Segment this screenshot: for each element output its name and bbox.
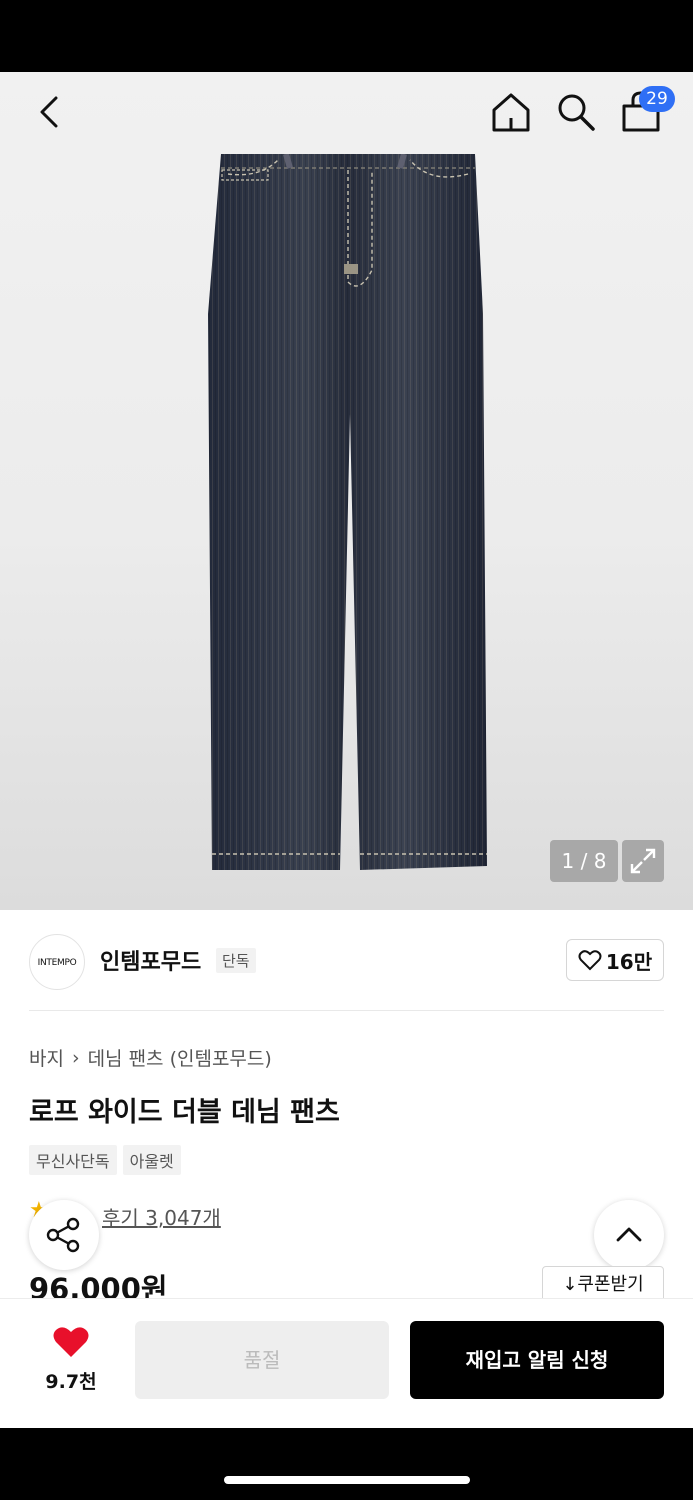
wish-count: 9.7천 bbox=[45, 1371, 97, 1393]
brand-logo[interactable]: INTEMPO bbox=[29, 934, 85, 990]
home-indicator[interactable] bbox=[224, 1476, 470, 1484]
product-image-gallery[interactable]: 29 1 / 8 bbox=[0, 72, 693, 910]
brand-name[interactable]: 인템포무드 bbox=[100, 944, 201, 976]
breadcrumb: 바지 › 데님 팬츠 (인템포무드) bbox=[29, 1044, 272, 1071]
breadcrumb-subcategory[interactable]: 데님 팬츠 (인템포무드) bbox=[88, 1044, 272, 1071]
product-tags: 무신사단독 아울렛 bbox=[29, 1145, 181, 1175]
back-button[interactable] bbox=[30, 92, 70, 132]
breadcrumb-separator-icon: › bbox=[71, 1046, 80, 1069]
search-icon[interactable] bbox=[554, 90, 598, 134]
product-title: 로프 와이드 더블 데님 팬츠 bbox=[29, 1097, 340, 1128]
heart-filled-icon[interactable] bbox=[52, 1325, 90, 1359]
brand-like-count: 16만 bbox=[605, 949, 653, 974]
exclusive-badge: 단독 bbox=[216, 948, 256, 973]
product-tag: 무신사단독 bbox=[29, 1145, 117, 1175]
divider bbox=[29, 1010, 664, 1011]
restock-alert-button[interactable]: 재입고 알림 신청 bbox=[410, 1321, 664, 1399]
review-count-link[interactable]: 후기 3,047개 bbox=[102, 1202, 221, 1231]
image-counter: 1 / 8 bbox=[550, 840, 618, 882]
breadcrumb-category[interactable]: 바지 bbox=[29, 1044, 64, 1071]
product-image bbox=[208, 154, 487, 870]
soldout-button: 품절 bbox=[135, 1321, 389, 1399]
expand-icon[interactable] bbox=[622, 840, 664, 882]
cart-count-badge: 29 bbox=[639, 86, 675, 112]
home-icon[interactable] bbox=[488, 90, 534, 134]
scroll-top-button[interactable] bbox=[594, 1200, 664, 1270]
heart-outline-icon bbox=[578, 950, 602, 971]
bottom-action-bar: 9.7천 품절 재입고 알림 신청 bbox=[0, 1298, 693, 1428]
share-button[interactable] bbox=[29, 1200, 99, 1270]
product-info: INTEMPO 인템포무드 단독 16만 바지 › 데님 팬츠 (인템포무드) … bbox=[0, 910, 693, 1306]
brand-like-button[interactable]: 16만 bbox=[566, 939, 664, 981]
status-bar bbox=[0, 0, 693, 72]
product-tag: 아울렛 bbox=[122, 1145, 181, 1175]
